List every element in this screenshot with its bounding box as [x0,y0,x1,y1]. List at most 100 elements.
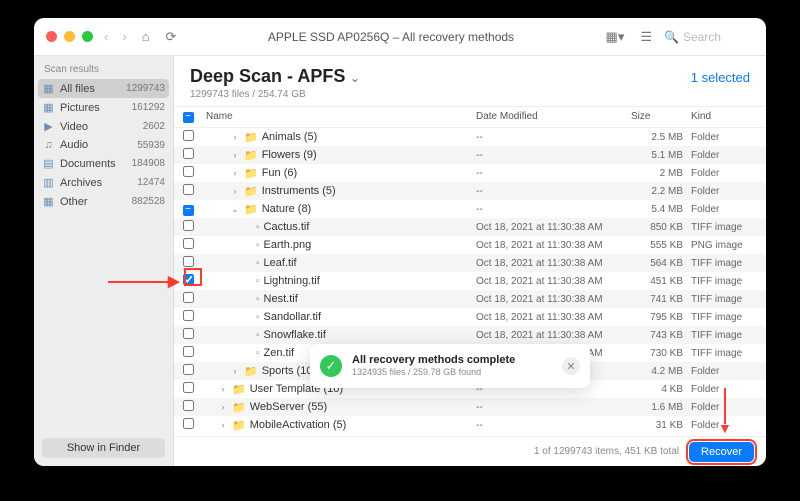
table-row[interactable]: ▫Lightning.tifOct 18, 2021 at 11:30:38 A… [174,272,766,290]
disclosure-icon[interactable]: › [230,132,240,142]
close-window-icon[interactable] [46,31,57,42]
home-icon[interactable]: ⌂ [138,29,154,44]
row-checkbox[interactable] [183,346,194,357]
sidebar-item-archives[interactable]: ▥Archives12474 [34,173,173,192]
annotation-highlight-box [184,268,202,286]
main-panel: 1 selected Deep Scan - APFS ⌄ 1299743 fi… [174,56,766,466]
search-icon: 🔍 [664,30,679,44]
row-checkbox[interactable] [183,310,194,321]
table-row[interactable]: ›📁MobileActivation (5)--31 KBFolder [174,416,766,434]
row-checkbox[interactable] [183,418,194,429]
sidebar-item-other[interactable]: ▦Other882528 [34,192,173,211]
row-checkbox[interactable] [183,130,194,141]
disclosure-icon[interactable]: ⌄ [230,204,240,215]
table-row[interactable]: ▫Snowflake.tifOct 18, 2021 at 11:30:38 A… [174,326,766,344]
row-checkbox[interactable] [183,166,194,177]
table-row[interactable]: ›📁Animals (5)--2.5 MBFolder [174,128,766,146]
row-checkbox[interactable] [183,328,194,339]
table-row[interactable]: ›📁Flowers (9)--5.1 MBFolder [174,146,766,164]
scan-title: Deep Scan - APFS [190,66,345,86]
view-options-icon[interactable]: ▦▾ [602,29,629,45]
table-row[interactable]: ›📁Instruments (5)--2.2 MBFolder [174,182,766,200]
completion-popup: ✓ All recovery methods complete 1324935 … [310,344,590,388]
file-icon: ▫ [256,348,260,359]
recover-button[interactable]: Recover [689,442,754,462]
row-checkbox[interactable] [183,382,194,393]
folder-icon: 📁 [244,185,258,198]
disclosure-icon[interactable]: › [218,384,228,394]
window-title: APPLE SSD AP0256Q – All recovery methods [188,30,593,44]
sidebar-item-documents[interactable]: ▤Documents184908 [34,154,173,173]
sidebar-header: Scan results [34,56,173,79]
file-icon: ▫ [256,276,260,287]
row-checkbox[interactable] [183,220,194,231]
sidebar-icon: ▶ [42,120,55,133]
traffic-lights [46,31,93,42]
sidebar: Scan results ▦All files1299743▦Pictures1… [34,56,174,466]
select-all-checkbox[interactable]: − [183,112,194,123]
refresh-icon[interactable]: ⟳ [162,29,181,45]
sidebar-icon: ♫ [42,139,55,151]
sidebar-icon: ▤ [42,157,55,170]
minimize-window-icon[interactable] [64,31,75,42]
folder-icon: 📁 [232,401,246,414]
sidebar-icon: ▦ [42,82,55,95]
sidebar-icon: ▦ [42,101,55,114]
annotation-arrow-left: ▶ [108,272,180,290]
row-checkbox[interactable] [183,184,194,195]
popup-close-icon[interactable]: ✕ [562,357,580,375]
forward-button[interactable]: › [119,29,129,44]
titlebar: ‹ › ⌂ ⟳ APPLE SSD AP0256Q – All recovery… [34,18,766,56]
title-dropdown-icon[interactable]: ⌄ [350,71,360,85]
folder-icon: 📁 [244,365,258,378]
disclosure-icon[interactable]: › [230,150,240,160]
file-icon: ▫ [256,294,260,305]
file-list: ›📁Animals (5)--2.5 MBFolder›📁Flowers (9)… [174,128,766,436]
disclosure-icon[interactable]: › [230,186,240,196]
row-checkbox[interactable] [183,238,194,249]
col-name[interactable]: Name [202,111,476,123]
row-checkbox[interactable] [183,364,194,375]
folder-icon: 📁 [232,419,246,432]
annotation-arrow-down: ▼ [718,388,732,432]
sidebar-item-pictures[interactable]: ▦Pictures161292 [34,98,173,117]
file-icon: ▫ [256,258,260,269]
sidebar-item-audio[interactable]: ♫Audio55939 [34,136,173,154]
scan-subtitle: 1299743 files / 254.74 GB [190,89,750,100]
back-button[interactable]: ‹ [101,29,111,44]
table-row[interactable]: −⌄📁Nature (8)--5.4 MBFolder [174,200,766,218]
column-headers: − Name Date Modified Size Kind [174,106,766,128]
table-row[interactable]: ▫Sandollar.tifOct 18, 2021 at 11:30:38 A… [174,308,766,326]
table-row[interactable]: ▫Cactus.tifOct 18, 2021 at 11:30:38 AM85… [174,218,766,236]
folder-icon: 📁 [244,149,258,162]
row-checkbox[interactable] [183,292,194,303]
disclosure-icon[interactable]: › [218,402,228,412]
folder-icon: 📁 [244,131,258,144]
filter-icon[interactable]: ☰ [636,29,656,45]
col-kind[interactable]: Kind [691,111,766,123]
footer: 1 of 1299743 items, 451 KB total Recover [174,436,766,466]
table-row[interactable]: ▫Nest.tifOct 18, 2021 at 11:30:38 AM741 … [174,290,766,308]
table-row[interactable]: ▫Leaf.tifOct 18, 2021 at 11:30:38 AM564 … [174,254,766,272]
row-checkbox[interactable] [183,256,194,267]
col-date[interactable]: Date Modified [476,111,631,123]
show-in-finder-button[interactable]: Show in Finder [42,438,165,458]
table-row[interactable]: ▫Earth.pngOct 18, 2021 at 11:30:38 AM555… [174,236,766,254]
row-checkbox[interactable] [183,400,194,411]
row-checkbox[interactable]: − [183,205,194,216]
disclosure-icon[interactable]: › [230,366,240,376]
search-field[interactable]: 🔍 Search [664,30,754,44]
success-check-icon: ✓ [320,355,342,377]
footer-status: 1 of 1299743 items, 451 KB total [534,446,679,457]
col-size[interactable]: Size [631,111,691,123]
zoom-window-icon[interactable] [82,31,93,42]
disclosure-icon[interactable]: › [218,420,228,430]
disclosure-icon[interactable]: › [230,168,240,178]
table-row[interactable]: ›📁Fun (6)--2 MBFolder [174,164,766,182]
sidebar-item-video[interactable]: ▶Video2602 [34,117,173,136]
table-row[interactable]: ›📁WebServer (55)--1.6 MBFolder [174,398,766,416]
row-checkbox[interactable] [183,148,194,159]
file-icon: ▫ [256,330,260,341]
sidebar-item-all-files[interactable]: ▦All files1299743 [38,79,169,98]
popup-subtitle: 1324935 files / 259.78 GB found [352,367,481,377]
